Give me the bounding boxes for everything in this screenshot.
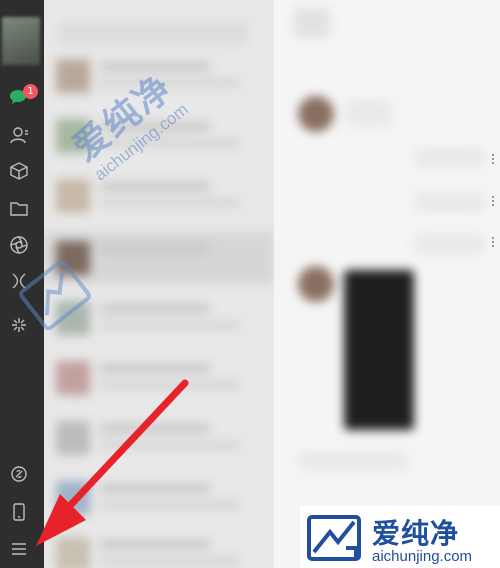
scroll-marker (492, 196, 498, 206)
sender-avatar (298, 96, 334, 132)
chat-panel (274, 0, 500, 568)
message-bubble (414, 192, 484, 212)
folder-icon[interactable] (8, 197, 30, 219)
list-item[interactable] (44, 412, 274, 464)
scroll-marker (492, 154, 498, 164)
phone-icon[interactable] (8, 501, 30, 523)
sender-avatar (298, 266, 334, 302)
search-input[interactable] (58, 22, 248, 44)
watermark-logo-icon (307, 515, 361, 561)
unread-badge: 1 (23, 84, 38, 99)
watermark-cn-text: 爱纯净 (372, 517, 460, 550)
list-item[interactable] (44, 528, 274, 568)
list-item[interactable] (44, 472, 274, 524)
list-item[interactable] (44, 352, 274, 404)
contacts-icon[interactable] (8, 124, 30, 146)
message-bubble (414, 234, 484, 254)
link-icon[interactable] (8, 463, 30, 485)
menu-icon[interactable] (8, 538, 30, 560)
user-avatar[interactable] (2, 17, 40, 65)
image-message[interactable] (344, 270, 414, 430)
watermark-badge: 爱纯净 aichunjing.com (300, 506, 500, 568)
mini-program-icon[interactable] (8, 314, 30, 336)
message-bubble (414, 148, 484, 168)
moments-icon[interactable] (8, 234, 30, 256)
chat-header-button[interactable] (294, 8, 330, 38)
cube-icon[interactable] (8, 160, 30, 182)
watermark-en-text: aichunjing.com (372, 548, 473, 565)
message-bubble (298, 452, 408, 470)
app-window: 1 爱纯净 aichunjing.com 爱纯净 aichunjing.com (0, 0, 500, 568)
scroll-marker (492, 237, 498, 247)
list-item[interactable] (44, 170, 274, 222)
message-bubble (346, 100, 392, 126)
